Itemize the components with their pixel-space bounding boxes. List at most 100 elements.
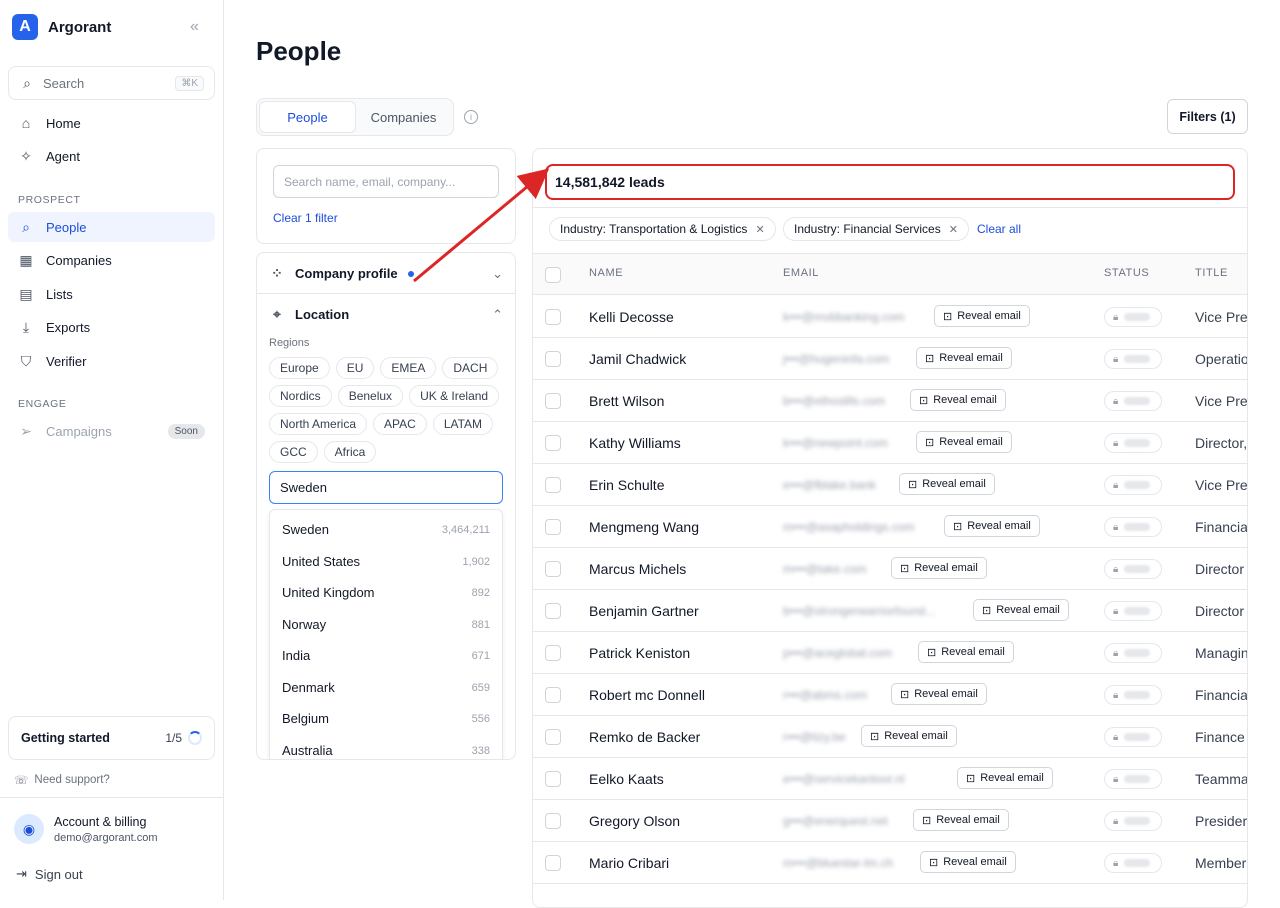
sidebar-item-exports[interactable]: ⤓ Exports xyxy=(8,312,215,342)
table-row[interactable]: Mario Cribari m•••@bluestar-lm.ch ⊡ Reveal … xyxy=(533,842,1247,884)
location-section[interactable]: ⌖ Location ⌃ xyxy=(269,306,503,323)
close-icon[interactable]: ✕ xyxy=(755,223,764,236)
region-chip[interactable]: UK & Ireland xyxy=(409,385,500,407)
row-checkbox[interactable] xyxy=(545,561,561,577)
row-checkbox[interactable] xyxy=(545,771,561,787)
filter-search-input[interactable]: Search name, email, company... xyxy=(273,165,499,198)
reveal-email-button[interactable]: ⊡ Reveal email xyxy=(944,515,1040,537)
location-search-input[interactable]: Sweden xyxy=(269,471,503,504)
lead-name[interactable]: Mario Cribari xyxy=(589,855,669,871)
filters-button[interactable]: Filters (1) xyxy=(1167,99,1248,134)
info-icon[interactable]: i xyxy=(464,110,478,124)
reveal-email-button[interactable]: ⊡ Reveal email xyxy=(934,305,1030,327)
sidebar-search[interactable]: ⌕ Search ⌘K xyxy=(8,66,215,100)
sidebar-item-campaigns[interactable]: ➢ Campaigns Soon xyxy=(8,416,215,446)
region-chip[interactable]: Africa xyxy=(323,441,377,463)
dropdown-option[interactable]: United States 1,902 xyxy=(270,546,502,577)
region-chip[interactable]: APAC xyxy=(373,413,427,435)
active-filter-chip[interactable]: Industry: Financial Services ✕ xyxy=(783,217,969,241)
lead-name[interactable]: Brett Wilson xyxy=(589,393,664,409)
reveal-email-button[interactable]: ⊡ Reveal email xyxy=(899,473,995,495)
row-checkbox[interactable] xyxy=(545,477,561,493)
table-row[interactable]: Remko de Backer r•••@tizy.be ⊡ Reveal email… xyxy=(533,716,1247,758)
region-chip[interactable]: GCC xyxy=(269,441,318,463)
reveal-email-button[interactable]: ⊡ Reveal email xyxy=(891,683,987,705)
dropdown-option[interactable]: Belgium 556 xyxy=(270,703,502,734)
dropdown-option[interactable]: Norway 881 xyxy=(270,609,502,640)
sidebar-item-companies[interactable]: ▦ Companies xyxy=(8,245,215,275)
table-row[interactable]: Robert mc Donnell r•••@abms.com ⊡ Reveal em… xyxy=(533,674,1247,716)
table-row[interactable]: Patrick Keniston p•••@aceglobal.com ⊡ Revea… xyxy=(533,632,1247,674)
reveal-email-button[interactable]: ⊡ Reveal email xyxy=(913,809,1009,831)
row-checkbox[interactable] xyxy=(545,687,561,703)
row-checkbox[interactable] xyxy=(545,855,561,871)
region-chip[interactable]: EMEA xyxy=(380,357,437,379)
getting-started-card[interactable]: Getting started 1/5 xyxy=(8,716,215,760)
lead-name[interactable]: Marcus Michels xyxy=(589,561,686,577)
dropdown-option[interactable]: United Kingdom 892 xyxy=(270,577,502,608)
collapse-sidebar-icon[interactable]: « xyxy=(190,18,199,36)
row-checkbox[interactable] xyxy=(545,519,561,535)
table-row[interactable]: Gregory Olson g•••@enerquest.net ⊡ Reveal e… xyxy=(533,800,1247,842)
clear-all-link[interactable]: Clear all xyxy=(977,222,1021,236)
lead-name[interactable]: Benjamin Gartner xyxy=(589,603,699,619)
row-checkbox[interactable] xyxy=(545,603,561,619)
row-checkbox[interactable] xyxy=(545,813,561,829)
row-checkbox[interactable] xyxy=(545,309,561,325)
lead-name[interactable]: Mengmeng Wang xyxy=(589,519,699,535)
active-filter-chip[interactable]: Industry: Transportation & Logistics ✕ xyxy=(549,217,776,241)
lead-name[interactable]: Remko de Backer xyxy=(589,729,700,745)
table-row[interactable]: Eelko Kaats e•••@servicekantoor.nl ⊡ Reveal… xyxy=(533,758,1247,800)
reveal-email-button[interactable]: ⊡ Reveal email xyxy=(910,389,1006,411)
dropdown-option[interactable]: India 671 xyxy=(270,640,502,671)
table-row[interactable]: Marcus Michels m•••@take.com ⊡ Reveal email… xyxy=(533,548,1247,590)
tab-companies[interactable]: Companies xyxy=(356,101,451,133)
lead-name[interactable]: Erin Schulte xyxy=(589,477,664,493)
lead-name[interactable]: Kelli Decosse xyxy=(589,309,674,325)
region-chip[interactable]: Europe xyxy=(269,357,330,379)
region-chip[interactable]: EU xyxy=(335,357,375,379)
table-row[interactable]: Brett Wilson b•••@ethoslife.com ⊡ Reveal em… xyxy=(533,380,1247,422)
sidebar-item-lists[interactable]: ▤ Lists xyxy=(8,279,215,309)
company-profile-section[interactable]: ⁘ Company profile ⌄ xyxy=(269,265,503,282)
table-row[interactable]: Kelli Decosse k•••@mvbbanking.com ⊡ Reveal … xyxy=(533,296,1247,338)
column-header-title[interactable]: TITLE xyxy=(1195,267,1228,279)
select-all-checkbox[interactable] xyxy=(545,267,561,283)
table-row[interactable]: Benjamin Gartner b•••@strongerwarriorfoun… xyxy=(533,590,1247,632)
region-chip[interactable]: DACH xyxy=(442,357,499,379)
sidebar-item-agent[interactable]: ✧ Agent xyxy=(8,141,215,171)
row-checkbox[interactable] xyxy=(545,435,561,451)
row-checkbox[interactable] xyxy=(545,729,561,745)
reveal-email-button[interactable]: ⊡ Reveal email xyxy=(916,431,1012,453)
lead-name[interactable]: Jamil Chadwick xyxy=(589,351,686,367)
lead-name[interactable]: Patrick Keniston xyxy=(589,645,690,661)
lead-name[interactable]: Robert mc Donnell xyxy=(589,687,705,703)
account-billing[interactable]: ◉ Account & billing demo@argorant.com xyxy=(14,814,158,844)
tab-people[interactable]: People xyxy=(259,101,356,133)
dropdown-option[interactable]: Australia 338 xyxy=(270,735,502,759)
column-header-email[interactable]: EMAIL xyxy=(783,267,819,279)
lead-name[interactable]: Gregory Olson xyxy=(589,813,680,829)
reveal-email-button[interactable]: ⊡ Reveal email xyxy=(916,347,1012,369)
sidebar-item-home[interactable]: ⌂ Home xyxy=(8,108,215,138)
region-chip[interactable]: Nordics xyxy=(269,385,332,407)
region-chip[interactable]: North America xyxy=(269,413,368,435)
lead-name[interactable]: Kathy Williams xyxy=(589,435,681,451)
brand[interactable]: A Argorant xyxy=(12,14,111,40)
sign-out-button[interactable]: ⇥ Sign out xyxy=(16,866,83,882)
column-header-name[interactable]: NAME xyxy=(589,267,623,279)
lead-name[interactable]: Eelko Kaats xyxy=(589,771,664,787)
row-checkbox[interactable] xyxy=(545,645,561,661)
sidebar-item-people[interactable]: ⌕ People xyxy=(8,212,215,242)
reveal-email-button[interactable]: ⊡ Reveal email xyxy=(918,641,1014,663)
column-header-status[interactable]: STATUS xyxy=(1104,267,1149,279)
reveal-email-button[interactable]: ⊡ Reveal email xyxy=(861,725,957,747)
table-row[interactable]: Erin Schulte e•••@fblake.bank ⊡ Reveal emai… xyxy=(533,464,1247,506)
reveal-email-button[interactable]: ⊡ Reveal email xyxy=(957,767,1053,789)
row-checkbox[interactable] xyxy=(545,351,561,367)
region-chip[interactable]: Benelux xyxy=(337,385,404,407)
table-row[interactable]: Mengmeng Wang m•••@asapholdings.com ⊡ Revea… xyxy=(533,506,1247,548)
clear-filter-link[interactable]: Clear 1 filter xyxy=(273,211,338,225)
reveal-email-button[interactable]: ⊡ Reveal email xyxy=(973,599,1069,621)
close-icon[interactable]: ✕ xyxy=(949,223,958,236)
